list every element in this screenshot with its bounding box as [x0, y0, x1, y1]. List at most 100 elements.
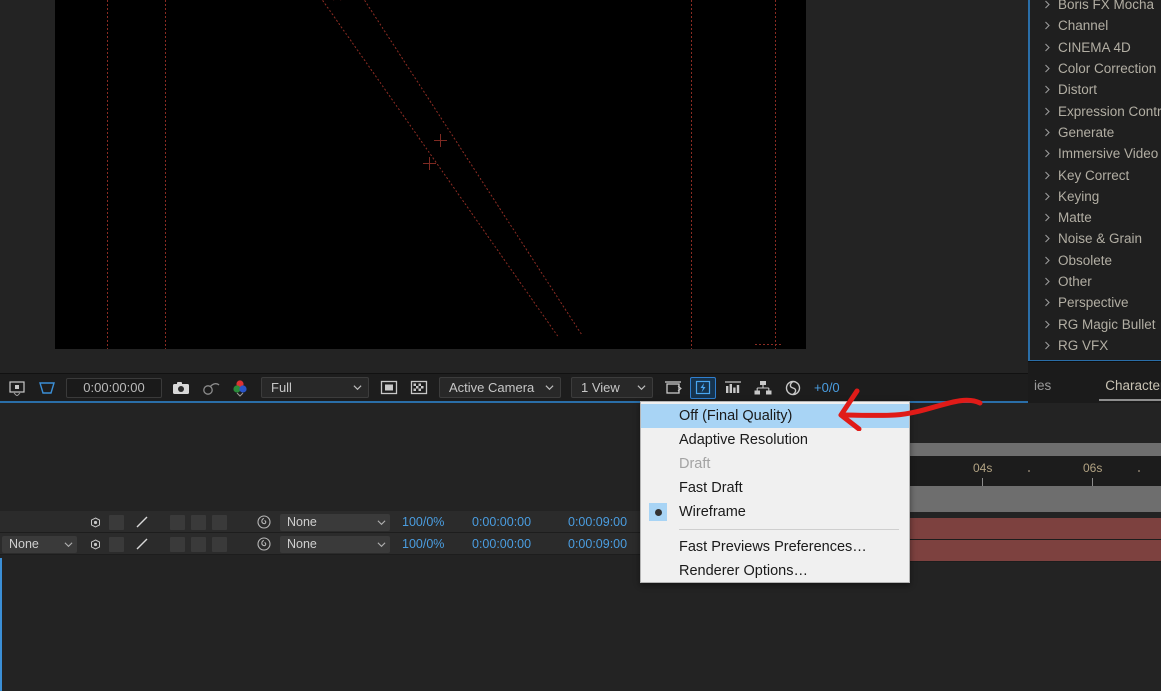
- switch-toggle[interactable]: [212, 514, 227, 530]
- effects-category-key-correct[interactable]: Key Correct: [1030, 164, 1161, 185]
- parent-pickwhip[interactable]: [256, 533, 272, 555]
- parent-link-select[interactable]: None: [280, 513, 390, 531]
- anchor-point-marker-1[interactable]: [434, 134, 447, 147]
- parent-link-select-cell[interactable]: None: [280, 511, 392, 533]
- ruler-tick-mark: [1092, 478, 1093, 486]
- motion-blur-icon[interactable]: [134, 536, 150, 552]
- 3d-layer-icon[interactable]: [88, 537, 103, 552]
- chevron-right-icon[interactable]: [1044, 107, 1051, 116]
- chevron-right-icon[interactable]: [1044, 21, 1051, 30]
- comp-flowchart-icon[interactable]: [750, 377, 776, 399]
- switch-toggle[interactable]: [191, 536, 206, 552]
- effects-category-matte[interactable]: Matte: [1030, 207, 1161, 228]
- parent-link-select-cell[interactable]: None: [280, 533, 392, 555]
- switch-toggle[interactable]: [170, 536, 185, 552]
- region-of-interest-icon[interactable]: [4, 377, 30, 399]
- chevron-right-icon[interactable]: [1044, 277, 1051, 286]
- effects-category-generate[interactable]: Generate: [1030, 122, 1161, 143]
- track-matte-select[interactable]: None: [2, 535, 77, 553]
- 3d-layer-icon[interactable]: [88, 515, 103, 530]
- effects-category-noise-and-grain[interactable]: Noise & Grain: [1030, 228, 1161, 249]
- timeline-curves-icon[interactable]: [720, 377, 746, 399]
- current-timecode[interactable]: 0:00:00:00: [66, 377, 162, 398]
- effects-category-rg-vfx[interactable]: RG VFX: [1030, 335, 1161, 356]
- anchor-point-marker-2[interactable]: [423, 157, 436, 170]
- fast-previews-icon[interactable]: [690, 376, 716, 399]
- motion-blur-icon[interactable]: [134, 514, 150, 530]
- menu-item-off-final-quality[interactable]: Off (Final Quality): [641, 404, 909, 428]
- effects-category-other[interactable]: Other: [1030, 271, 1161, 292]
- transparency-grid-icon[interactable]: [34, 377, 60, 399]
- toggle-transparency-grid-icon[interactable]: [406, 377, 432, 399]
- pickwhip-icon[interactable]: [256, 514, 272, 530]
- chevron-right-icon[interactable]: [1044, 64, 1051, 73]
- in-point-value[interactable]: 0:00:00:00: [472, 533, 531, 555]
- chevron-right-icon[interactable]: [1044, 128, 1051, 137]
- chevron-right-icon[interactable]: [1044, 43, 1051, 52]
- tab-libraries-label: ies: [1034, 378, 1052, 393]
- stretch-value[interactable]: 100/0%: [402, 533, 444, 555]
- effects-category-label: RG Magic Bullet: [1058, 316, 1156, 332]
- effects-category-rg-magic-bullet[interactable]: RG Magic Bullet: [1030, 313, 1161, 334]
- chevron-right-icon[interactable]: [1044, 171, 1051, 180]
- effects-category-label: RG VFX: [1058, 337, 1109, 353]
- switch-toggle[interactable]: [212, 536, 227, 552]
- effects-category-obsolete[interactable]: Obsolete: [1030, 250, 1161, 271]
- reset-exposure-icon[interactable]: [780, 377, 806, 399]
- tab-character-label: Character: [1105, 378, 1161, 393]
- effects-category-expression-controls[interactable]: Expression Controls: [1030, 100, 1161, 121]
- effects-category-boris-fx-mocha[interactable]: Boris FX Mocha: [1030, 0, 1161, 15]
- menu-item-renderer-options[interactable]: Renderer Options…: [641, 559, 909, 583]
- view-layout-select[interactable]: 1 View: [571, 377, 653, 398]
- effects-category-distort[interactable]: Distort: [1030, 79, 1161, 100]
- parent-pickwhip[interactable]: [256, 511, 272, 533]
- show-channel-icon[interactable]: [228, 377, 254, 399]
- pixel-aspect-correction-icon[interactable]: [660, 377, 686, 399]
- parent-link-select[interactable]: None: [280, 535, 390, 553]
- menu-item-adaptive-resolution[interactable]: Adaptive Resolution: [641, 428, 909, 452]
- chevron-right-icon[interactable]: [1044, 298, 1051, 307]
- chevron-right-icon[interactable]: [1044, 149, 1051, 158]
- region-of-interest-toggle-icon[interactable]: [376, 377, 402, 399]
- chevron-right-icon[interactable]: [1044, 256, 1051, 265]
- chevron-right-icon[interactable]: [1044, 320, 1051, 329]
- effects-and-presets-panel[interactable]: Boris FX Mocha Channel CINEMA 4D Color C…: [1028, 0, 1161, 361]
- pickwhip-icon[interactable]: [256, 536, 272, 552]
- fast-previews-menu[interactable]: Off (Final Quality) Adaptive Resolution …: [640, 401, 910, 583]
- chevron-right-icon[interactable]: [1044, 0, 1051, 9]
- effects-category-channel[interactable]: Channel: [1030, 15, 1161, 36]
- in-point-value[interactable]: 0:00:00:00: [472, 511, 531, 533]
- trkmat-select-cell[interactable]: None: [2, 533, 77, 555]
- chevron-right-icon[interactable]: [1044, 192, 1051, 201]
- composition-canvas[interactable]: [55, 0, 806, 349]
- effects-category-color-correction[interactable]: Color Correction: [1030, 58, 1161, 79]
- show-snapshot-icon[interactable]: [198, 377, 224, 399]
- stretch-value[interactable]: 100/0%: [402, 511, 444, 533]
- menu-item-wireframe[interactable]: Wireframe: [641, 500, 909, 524]
- menu-item-fast-previews-preferences[interactable]: Fast Previews Preferences…: [641, 535, 909, 559]
- camera-view-select[interactable]: Active Camera: [439, 377, 561, 398]
- switch-toggle[interactable]: [170, 514, 185, 530]
- timeline-playhead[interactable]: [0, 558, 2, 691]
- effects-category-immersive-video[interactable]: Immersive Video: [1030, 143, 1161, 164]
- tab-character[interactable]: Character: [1099, 374, 1161, 401]
- chevron-right-icon[interactable]: [1044, 85, 1051, 94]
- switch-toggle[interactable]: [109, 536, 124, 552]
- effects-category-perspective[interactable]: Perspective: [1030, 292, 1161, 313]
- effects-category-cinema-4d[interactable]: CINEMA 4D: [1030, 37, 1161, 58]
- resolution-select[interactable]: Full: [261, 377, 369, 398]
- chevron-right-icon[interactable]: [1044, 234, 1051, 243]
- switch-toggle[interactable]: [191, 514, 206, 530]
- switch-toggle[interactable]: [109, 514, 124, 530]
- take-snapshot-icon[interactable]: [168, 377, 194, 399]
- exposure-value[interactable]: +0/0: [814, 380, 840, 395]
- chevron-right-icon[interactable]: [1044, 213, 1051, 222]
- menu-item-fast-draft[interactable]: Fast Draft: [641, 476, 909, 500]
- menu-item-label: Off (Final Quality): [679, 408, 793, 424]
- tab-libraries[interactable]: ies: [1028, 374, 1057, 399]
- effects-category-keying[interactable]: Keying: [1030, 186, 1161, 207]
- out-point-value[interactable]: 0:00:09:00: [568, 511, 627, 533]
- viewer-toolbar: 0:00:00:00 Full Active Camera 1 View +0/…: [0, 373, 1028, 403]
- out-point-value[interactable]: 0:00:09:00: [568, 533, 627, 555]
- chevron-right-icon[interactable]: [1044, 341, 1051, 350]
